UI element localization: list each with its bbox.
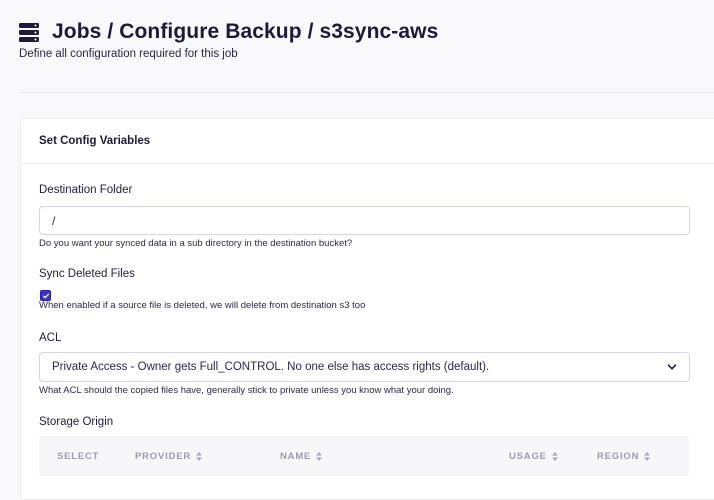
acl-label: ACL: [39, 332, 62, 344]
column-provider[interactable]: PROVIDER: [135, 451, 203, 462]
storage-origin-label: Storage Origin: [39, 416, 114, 428]
column-select: SELECT: [57, 451, 100, 462]
header-divider: [19, 92, 714, 93]
checkmark-icon: [42, 293, 49, 298]
acl-help: What ACL should the copied files have, g…: [39, 385, 454, 396]
storage-table-header: SELECT PROVIDER NAME USAGE REGION: [39, 436, 690, 476]
destination-folder-help: Do you want your synced data in a sub di…: [39, 238, 353, 249]
destination-folder-input[interactable]: [39, 206, 690, 235]
page-title: Jobs / Configure Backup / s3sync-aws: [52, 20, 439, 43]
server-icon: [19, 22, 39, 42]
column-name[interactable]: NAME: [280, 451, 323, 462]
sort-icon: [644, 452, 651, 461]
sync-deleted-help: When enabled if a source file is deleted…: [39, 300, 366, 311]
title-row: Jobs / Configure Backup / s3sync-aws: [19, 20, 714, 44]
sort-icon: [551, 452, 558, 461]
column-region[interactable]: REGION: [597, 451, 651, 462]
destination-folder-label: Destination Folder: [39, 184, 133, 196]
page-header: Jobs / Configure Backup / s3sync-aws Def…: [19, 20, 714, 60]
sort-icon: [196, 452, 203, 461]
card-title: Set Config Variables: [21, 119, 714, 164]
sort-icon: [316, 452, 323, 461]
sync-deleted-label: Sync Deleted Files: [39, 268, 135, 280]
page-subtitle: Define all configuration required for th…: [19, 48, 238, 60]
acl-select[interactable]: Private Access - Owner gets Full_CONTROL…: [39, 352, 690, 382]
config-card: Set Config Variables Destination Folder …: [20, 118, 714, 500]
chevron-down-icon: [667, 364, 677, 370]
column-usage[interactable]: USAGE: [509, 451, 558, 462]
acl-selected-value: Private Access - Owner gets Full_CONTROL…: [52, 361, 490, 373]
